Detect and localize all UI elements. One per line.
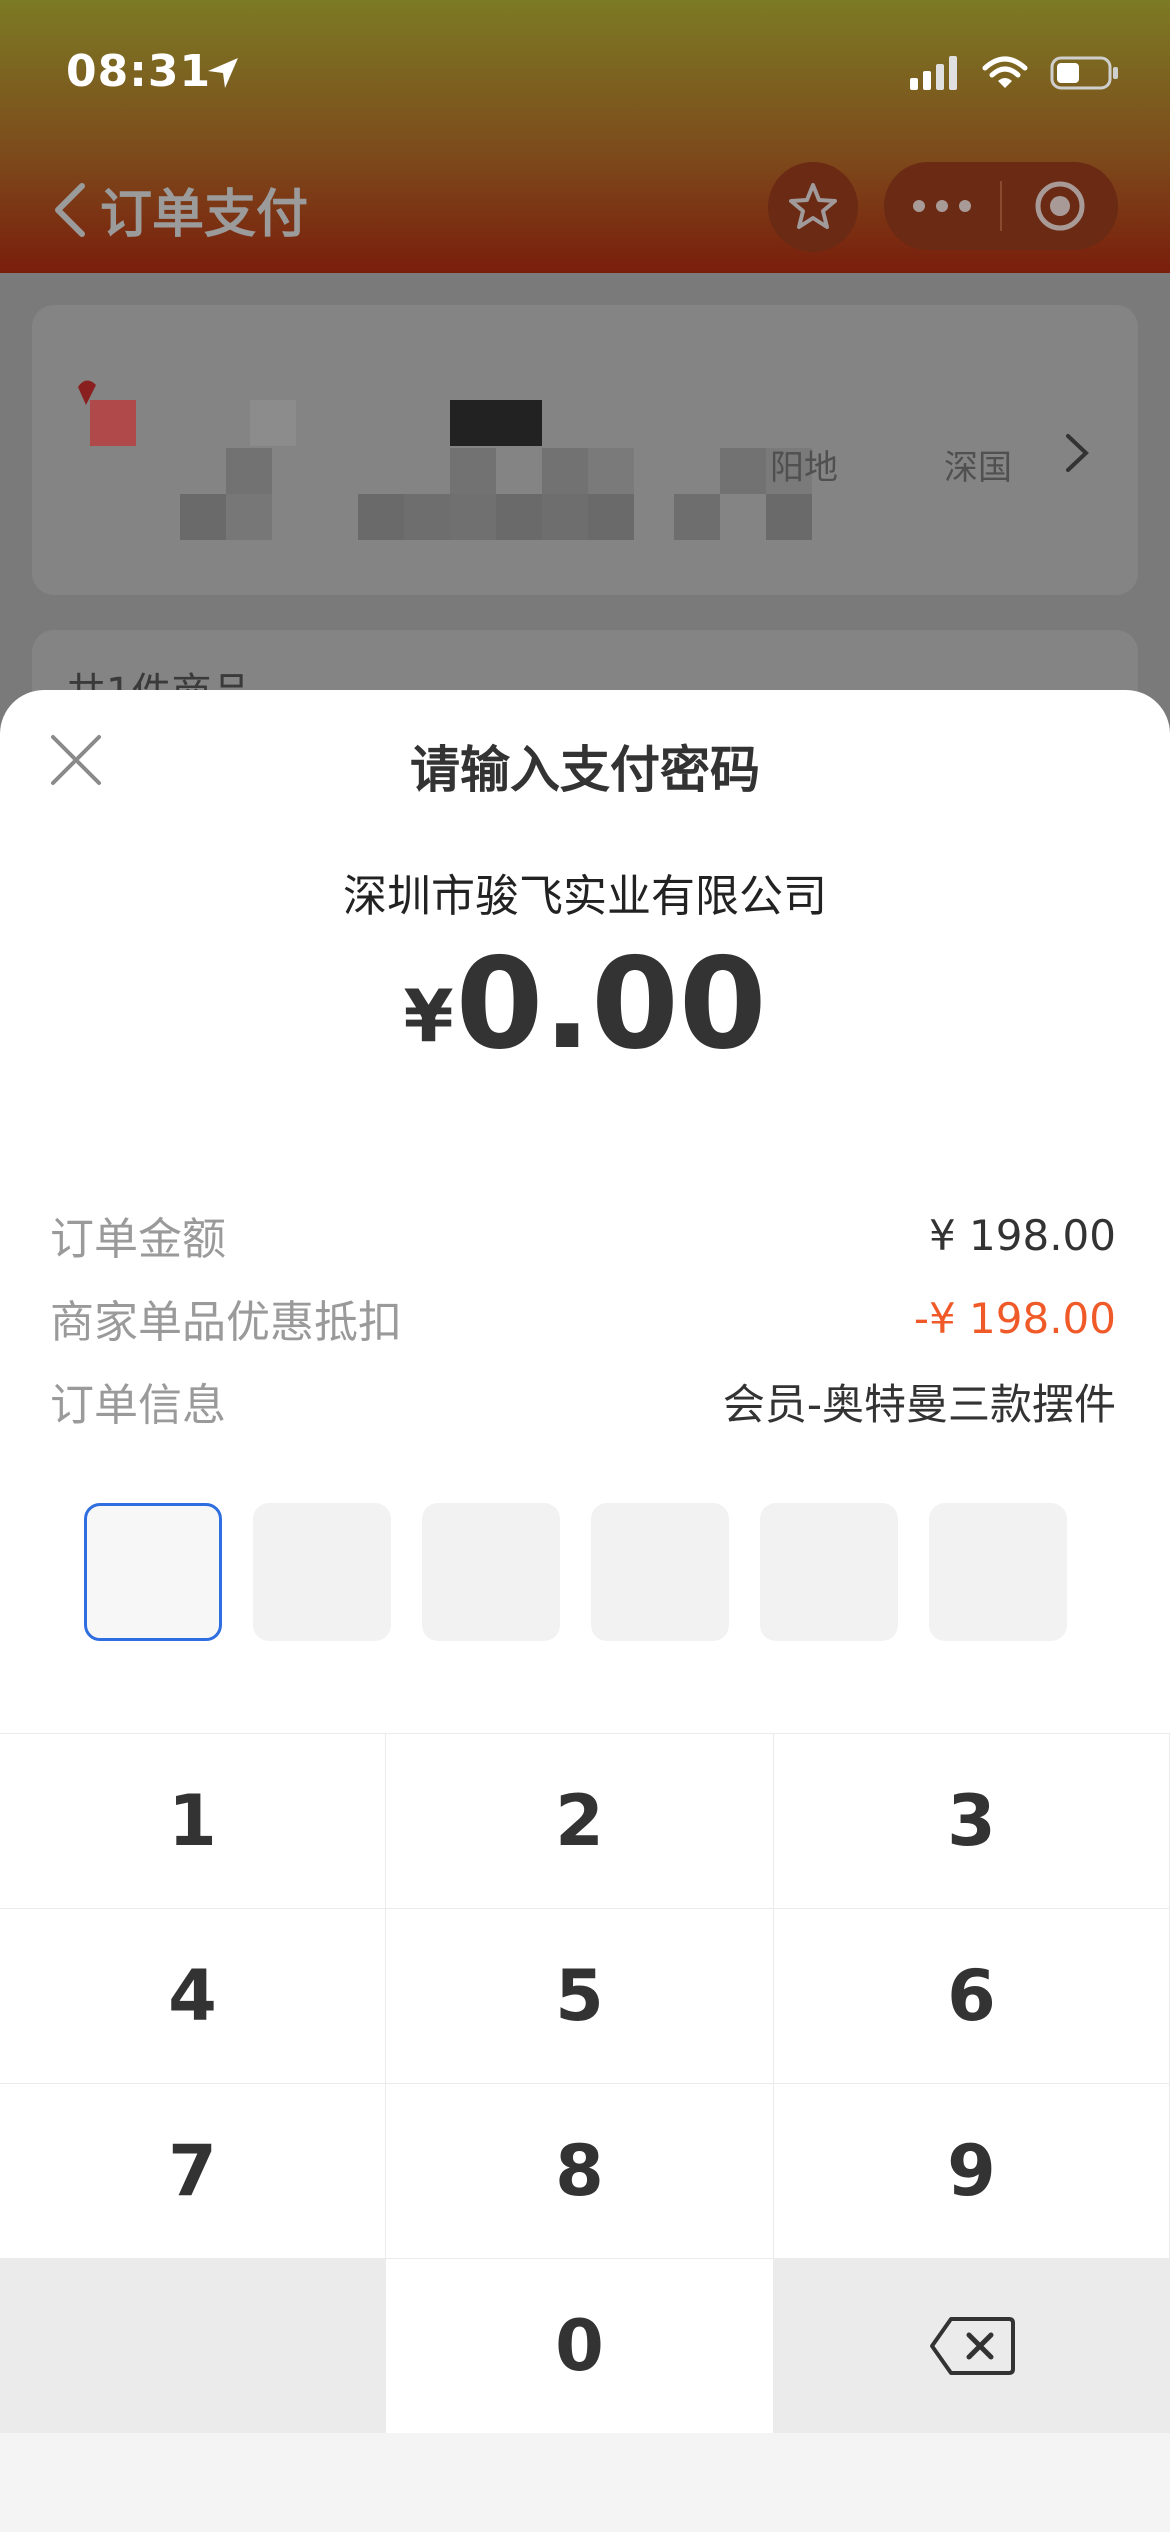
- key-5[interactable]: 5: [386, 1908, 774, 2083]
- pin-digit-box[interactable]: [253, 1503, 391, 1641]
- key-3[interactable]: 3: [774, 1733, 1170, 1908]
- back-button[interactable]: 订单支付: [50, 172, 308, 247]
- pin-digit-box[interactable]: [84, 1503, 222, 1641]
- key-2[interactable]: 2: [386, 1733, 774, 1908]
- sheet-title: 请输入支付密码: [410, 741, 760, 799]
- location-arrow-icon: [208, 58, 238, 88]
- discount-row: 商家单品优惠抵扣 -¥ 198.00: [50, 1288, 1116, 1349]
- currency-symbol: ¥: [403, 974, 454, 1058]
- wifi-icon: [982, 56, 1028, 88]
- row-label: 订单信息: [50, 1380, 226, 1431]
- pin-digit-box[interactable]: [591, 1503, 729, 1641]
- password-input[interactable]: [84, 1503, 1067, 1641]
- page-title: 订单支付: [100, 185, 309, 245]
- address-text-fragment: 阳地: [770, 448, 838, 488]
- more-dots-icon: [913, 200, 971, 212]
- favorite-button[interactable]: [768, 162, 858, 252]
- row-value: -¥ 198.00: [913, 1293, 1116, 1343]
- close-miniprogram-button[interactable]: [1002, 162, 1118, 250]
- more-button[interactable]: [884, 162, 1000, 250]
- row-value: 会员-奥特曼三款摆件: [722, 1379, 1116, 1429]
- miniprogram-capsule: [884, 162, 1118, 250]
- key-8[interactable]: 8: [386, 2083, 774, 2258]
- chevron-left-icon: [55, 182, 85, 237]
- address-text-fragment: 深国: [944, 448, 1012, 488]
- amount-value: 0.00: [455, 930, 767, 1077]
- delete-icon: [929, 2317, 1015, 2375]
- pin-digit-box[interactable]: [422, 1503, 560, 1641]
- order-amount-row: 订单金额 ¥ 198.00: [50, 1205, 1116, 1266]
- key-6[interactable]: 6: [774, 1908, 1170, 2083]
- status-time: 08:31: [66, 46, 212, 97]
- key-9[interactable]: 9: [774, 2083, 1170, 2258]
- numeric-keypad: 1 2 3 4 5 6 7 8 9 0: [0, 1733, 1170, 2532]
- row-label: 订单金额: [50, 1214, 226, 1265]
- key-7[interactable]: 7: [0, 2083, 386, 2258]
- order-info-row: 订单信息 会员-奥特曼三款摆件: [50, 1371, 1116, 1432]
- battery-icon: [1050, 56, 1118, 90]
- row-label: 商家单品优惠抵扣: [50, 1297, 402, 1348]
- star-icon: [789, 183, 837, 229]
- merchant-name: 深圳市骏飞实业有限公司: [343, 871, 827, 922]
- chevron-right-icon: [1066, 434, 1089, 472]
- row-value: ¥ 198.00: [928, 1210, 1116, 1260]
- signal-icon: [910, 56, 957, 90]
- pay-amount: ¥0.00: [0, 930, 1170, 1077]
- top-bar: 08:31 订单支付: [0, 0, 1170, 273]
- key-0[interactable]: 0: [386, 2258, 774, 2433]
- payment-password-sheet: 请输入支付密码 深圳市骏飞实业有限公司 ¥0.00 订单金额 ¥ 198.00 …: [0, 690, 1170, 2532]
- delete-button[interactable]: [774, 2258, 1170, 2433]
- pin-digit-box[interactable]: [929, 1503, 1067, 1641]
- pin-digit-box[interactable]: [760, 1503, 898, 1641]
- key-blank: [0, 2258, 386, 2433]
- status-icons: [910, 48, 1120, 98]
- key-1[interactable]: 1: [0, 1733, 386, 1908]
- key-4[interactable]: 4: [0, 1908, 386, 2083]
- target-circle-icon: [1035, 181, 1085, 231]
